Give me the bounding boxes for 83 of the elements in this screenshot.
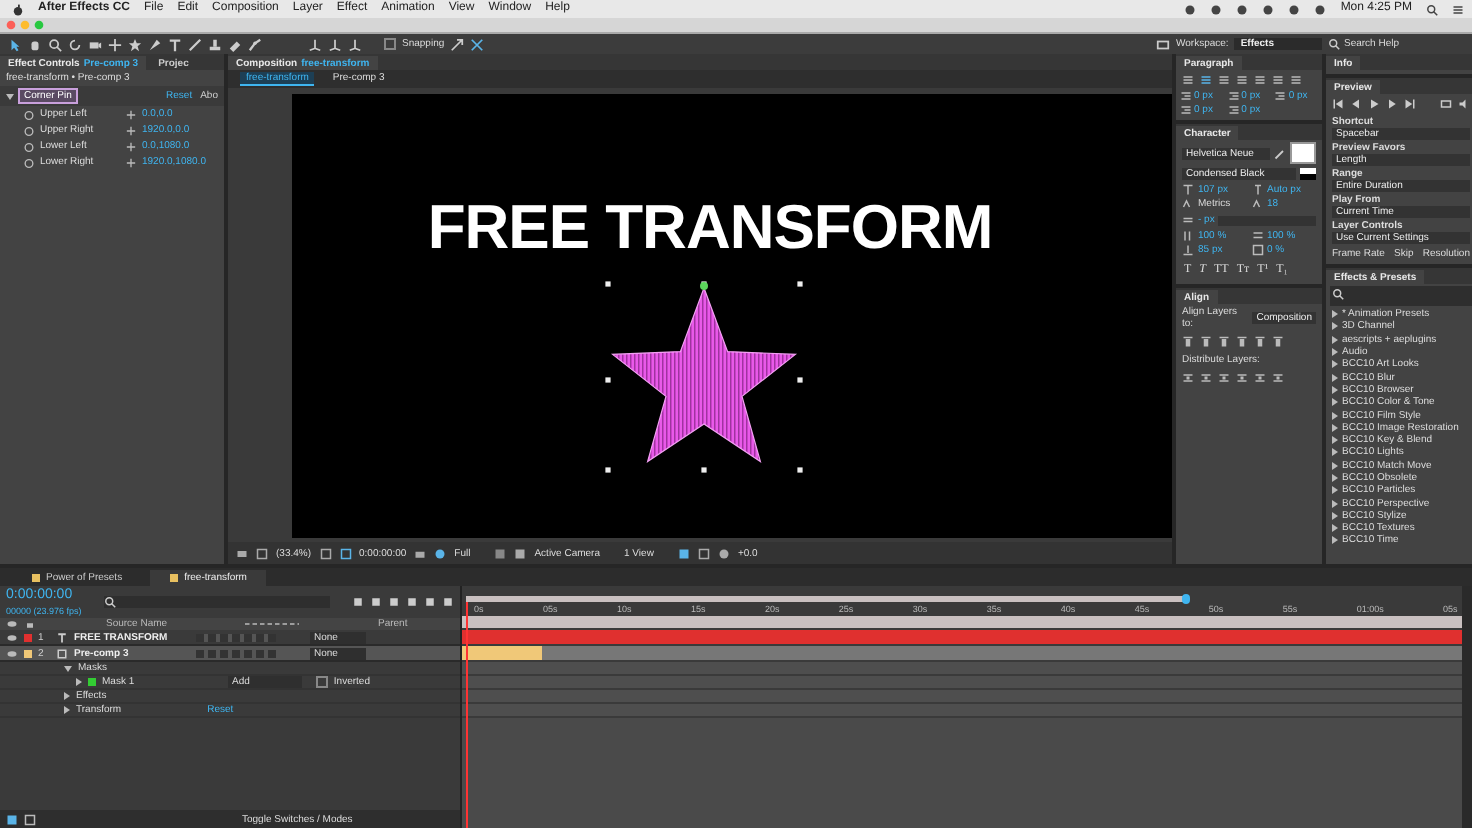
stamp-tool-icon[interactable] [208, 37, 222, 51]
previous-frame-icon[interactable] [1350, 98, 1362, 110]
expand-arrow-icon[interactable] [76, 678, 82, 686]
leading-icon [1251, 184, 1263, 196]
axis-icon[interactable] [328, 37, 342, 51]
align-icon[interactable] [1254, 336, 1266, 349]
justify-icon[interactable] [1218, 74, 1230, 86]
label-color-swatch[interactable] [24, 649, 32, 657]
inverted-checkbox[interactable] [315, 676, 328, 688]
stroke-width-icon [1182, 214, 1194, 226]
expand-arrow-icon[interactable] [64, 665, 72, 671]
distribute-icon[interactable] [1236, 372, 1248, 385]
justify-icon[interactable] [1200, 74, 1212, 86]
vertical-scale-icon [1182, 230, 1194, 242]
layer-search-field[interactable] [103, 596, 330, 608]
puppet-tool-icon[interactable] [248, 37, 262, 51]
snapping-checkbox[interactable] [384, 38, 396, 50]
baseline-shift-icon [1182, 244, 1194, 256]
text-tool-icon[interactable] [168, 37, 182, 51]
distribute-icon[interactable] [1200, 372, 1212, 385]
distribute-icon[interactable] [1272, 372, 1284, 385]
last-frame-icon[interactable] [1404, 98, 1416, 110]
brush-tool-icon[interactable] [188, 37, 202, 51]
layer-panel-icon[interactable] [6, 813, 18, 825]
search-icon [1332, 288, 1344, 300]
align-icon[interactable] [1272, 336, 1284, 349]
axis-icon[interactable] [308, 37, 322, 51]
align-icon[interactable] [1236, 336, 1248, 349]
snapshot-icon[interactable] [236, 547, 248, 559]
indent-icon [1274, 90, 1287, 102]
text-layer-icon [56, 631, 68, 643]
mask-color-swatch[interactable] [88, 678, 96, 686]
crosshair-icon[interactable] [126, 125, 136, 135]
composition-icon [56, 647, 68, 659]
distribute-icon[interactable] [1254, 372, 1266, 385]
workspace-icon[interactable] [1156, 37, 1170, 51]
apple-icon[interactable] [12, 3, 24, 15]
work-area-bar[interactable] [466, 595, 1186, 602]
font-size-icon [1182, 184, 1194, 196]
crosshair-icon[interactable] [126, 109, 136, 119]
justify-icon[interactable] [1182, 74, 1194, 86]
crosshair-icon[interactable] [126, 141, 136, 151]
tracking-icon [1251, 198, 1263, 210]
menu-icon[interactable] [1452, 3, 1464, 15]
align-icon[interactable] [1182, 336, 1194, 349]
search-icon [1328, 38, 1340, 50]
play-icon[interactable] [1368, 98, 1380, 110]
camera-tool-icon[interactable] [88, 37, 102, 51]
justify-icon[interactable] [1236, 74, 1248, 86]
audio-icon[interactable] [1458, 98, 1470, 110]
selection-tool-icon[interactable] [8, 37, 22, 51]
expand-arrow-icon[interactable] [64, 692, 70, 700]
crosshair-icon[interactable] [126, 157, 136, 167]
kerning-icon [1182, 198, 1194, 210]
justify-icon[interactable] [1254, 74, 1266, 86]
layer-switches[interactable] [196, 649, 276, 657]
effects-search-field[interactable] [1330, 286, 1472, 306]
distribute-icon[interactable] [1182, 372, 1194, 385]
frame-icon[interactable] [319, 547, 332, 559]
star-tool-icon[interactable] [128, 37, 142, 51]
star-shape[interactable] [604, 280, 804, 477]
time-navigator-bar[interactable] [462, 616, 1462, 630]
align-icon[interactable] [1218, 336, 1230, 349]
search-icon [103, 596, 116, 608]
rotate-tool-icon[interactable] [68, 37, 82, 51]
horizontal-scale-icon [1251, 230, 1263, 242]
label-color-swatch[interactable] [24, 633, 32, 641]
snap-icon[interactable] [470, 37, 485, 51]
search-icon[interactable] [1426, 3, 1438, 15]
justify-icon[interactable] [1272, 74, 1284, 86]
zoom-tool-icon[interactable] [48, 37, 62, 51]
first-frame-icon[interactable] [1332, 98, 1344, 110]
expand-arrow-icon[interactable] [64, 706, 70, 714]
next-frame-icon[interactable] [1386, 98, 1398, 110]
title-text: FREE TRANSFORM [427, 190, 993, 265]
distribute-icon[interactable] [1218, 372, 1230, 385]
justify-icon[interactable] [1290, 74, 1302, 86]
color-swap-icon[interactable] [1300, 168, 1316, 180]
snap-icon[interactable] [450, 37, 465, 51]
axis-icon[interactable] [348, 37, 362, 51]
align-icon[interactable] [1200, 336, 1212, 349]
eyedropper-icon[interactable] [1274, 147, 1286, 159]
fill-color-swatch[interactable] [1290, 142, 1316, 164]
